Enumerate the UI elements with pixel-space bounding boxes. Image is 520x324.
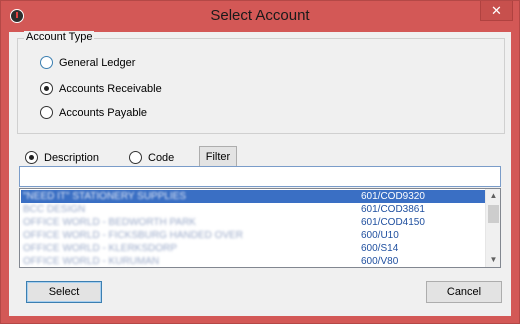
- filter-button[interactable]: Filter: [199, 146, 237, 167]
- radio-button[interactable]: [129, 151, 142, 164]
- title-bar[interactable]: Select Account ✕: [1, 1, 519, 32]
- account-description: BCC DESIGN: [23, 204, 86, 215]
- account-code: 601/COD4150: [361, 217, 425, 228]
- dialog-window: Select Account ✕ Account Type General Le…: [0, 0, 520, 324]
- scroll-up-icon[interactable]: ▲: [486, 189, 500, 203]
- radio-search-description[interactable]: Description: [25, 151, 99, 164]
- radio-search-code[interactable]: Code: [129, 151, 174, 164]
- radio-label: Description: [44, 151, 100, 164]
- radio-label: General Ledger: [59, 56, 136, 69]
- radio-general-ledger[interactable]: General Ledger: [40, 56, 135, 69]
- scroll-down-icon[interactable]: ▼: [486, 253, 500, 267]
- radio-accounts-payable[interactable]: Accounts Payable: [40, 106, 147, 119]
- list-item[interactable]: OFFICE WORLD - BEDWORTH PARK 601/COD4150: [21, 216, 485, 229]
- account-code: 600/S14: [361, 243, 399, 254]
- cancel-button[interactable]: Cancel: [426, 281, 502, 303]
- radio-label: Accounts Payable: [59, 106, 148, 119]
- accounts-list[interactable]: "NEED IT" STATIONERY SUPPLIES 601/COD932…: [19, 188, 501, 268]
- scroll-thumb[interactable]: [488, 205, 499, 223]
- radio-button[interactable]: [25, 151, 38, 164]
- radio-button[interactable]: [40, 56, 53, 69]
- radio-label: Code: [148, 151, 175, 164]
- list-item[interactable]: OFFICE WORLD - KLERKSDORP 600/S14: [21, 242, 485, 255]
- window-title: Select Account: [210, 7, 310, 24]
- close-button[interactable]: ✕: [480, 1, 513, 21]
- list-item[interactable]: "NEED IT" STATIONERY SUPPLIES 601/COD932…: [21, 190, 485, 203]
- radio-label: Accounts Receivable: [59, 82, 162, 95]
- account-description: OFFICE WORLD - BEDWORTH PARK: [23, 217, 196, 228]
- account-code: 601/COD3861: [361, 204, 425, 215]
- account-type-group: Account Type General Ledger Accounts Rec…: [17, 31, 505, 134]
- list-item[interactable]: OFFICE WORLD - FICKSBURG HANDED OVER 600…: [21, 229, 485, 242]
- select-button[interactable]: Select: [26, 281, 102, 303]
- search-input[interactable]: [19, 166, 501, 187]
- account-description: OFFICE WORLD - KLERKSDORP: [23, 243, 177, 254]
- account-description: OFFICE WORLD - KURUMAN: [23, 256, 160, 267]
- list-item[interactable]: BCC DESIGN 601/COD3861: [21, 203, 485, 216]
- list-item[interactable]: OFFICE WORLD - KURUMAN 600/V80: [21, 255, 485, 267]
- account-type-legend: Account Type: [24, 31, 95, 43]
- account-description: OFFICE WORLD - FICKSBURG HANDED OVER: [23, 230, 244, 241]
- radio-button[interactable]: [40, 106, 53, 119]
- radio-accounts-receivable[interactable]: Accounts Receivable: [40, 82, 162, 95]
- radio-button[interactable]: [40, 82, 53, 95]
- account-code: 600/V80: [361, 256, 399, 267]
- dialog-body: Account Type General Ledger Accounts Rec…: [9, 31, 511, 316]
- list-scrollbar[interactable]: ▲ ▼: [485, 189, 500, 267]
- account-description: "NEED IT" STATIONERY SUPPLIES: [23, 191, 187, 202]
- account-code: 601/COD9320: [361, 191, 425, 202]
- account-code: 600/U10: [361, 230, 399, 241]
